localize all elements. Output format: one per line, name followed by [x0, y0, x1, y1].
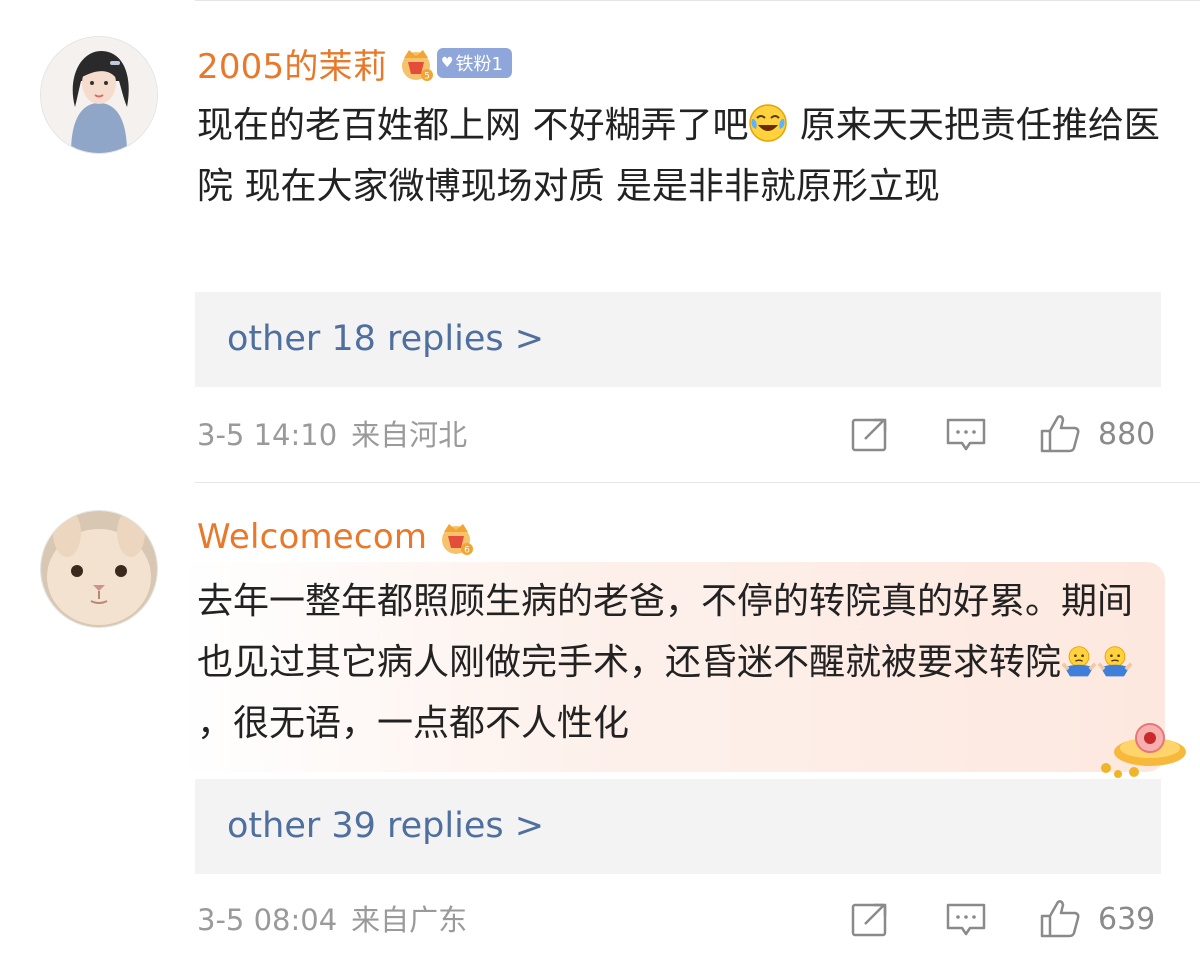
timestamp: 3-5 08:04 — [197, 903, 338, 937]
comment-meta: 3-5 14:10 来自河北 — [197, 415, 467, 455]
fan-badge[interactable]: ♥ 铁粉1 — [436, 48, 512, 78]
more-replies-link[interactable]: other 39 replies > — [227, 779, 544, 874]
fan-heart-icon: ♥ — [440, 55, 454, 71]
crown-badge-icon[interactable]: 6 — [437, 518, 475, 556]
more-replies-link[interactable]: other 18 replies > — [227, 292, 544, 387]
fan-badge-label: 铁粉1 — [455, 54, 503, 75]
laughing-crying-emoji-icon — [748, 101, 788, 142]
comment-text-part: 去年一整年都照顾生病的老爸，不停的转院真的好累。期间也见过其它病人刚做完手术，还… — [197, 581, 1134, 683]
comment-item: 2005的茉莉 5 ♥ 铁粉1 现在的老百姓都上网 不好糊弄了吧 原来天天把责任… — [0, 0, 1200, 480]
like-count: 880 — [1098, 417, 1156, 452]
replies-box: other 39 replies > — [195, 779, 1161, 874]
location: 来自广东 — [351, 903, 468, 937]
like-count: 639 — [1098, 902, 1156, 937]
comment-icon[interactable] — [944, 900, 988, 940]
comment-text: 去年一整年都照顾生病的老爸，不停的转院真的好累。期间也见过其它病人刚做完手术，还… — [197, 571, 1147, 754]
username[interactable]: Welcomecom — [197, 517, 427, 557]
location: 来自河北 — [351, 418, 468, 452]
comment-text: 现在的老百姓都上网 不好糊弄了吧 原来天天把责任推给医院 现在大家微博现场对质 … — [197, 95, 1167, 217]
avatar[interactable] — [40, 510, 158, 628]
comment-item: Welcomecom 6 去年一整年都照顾生病的老爸，不停的转院真的好累。期间也… — [0, 482, 1200, 959]
avatar[interactable] — [40, 36, 158, 154]
shrug-emoji-icon — [1097, 638, 1133, 677]
comment-meta: 3-5 08:04 来自广东 — [197, 900, 467, 940]
replies-box: other 18 replies > — [195, 292, 1161, 387]
crown-badge-icon[interactable]: 5 — [397, 44, 435, 82]
repost-icon[interactable] — [849, 415, 893, 455]
svg-text:5: 5 — [424, 72, 430, 82]
like-icon[interactable] — [1038, 413, 1082, 453]
comment-icon[interactable] — [944, 415, 988, 455]
repost-icon[interactable] — [849, 900, 893, 940]
shrug-emoji-icon — [1061, 638, 1097, 677]
like-icon[interactable] — [1038, 898, 1082, 938]
comment-text-part: 现在的老百姓都上网 不好糊弄了吧 — [197, 105, 749, 146]
username[interactable]: 2005的茉莉 — [197, 39, 387, 88]
timestamp: 3-5 14:10 — [197, 418, 338, 452]
svg-text:6: 6 — [464, 546, 470, 556]
comment-text-part: ，很无语，一点都不人性化 — [197, 703, 630, 744]
